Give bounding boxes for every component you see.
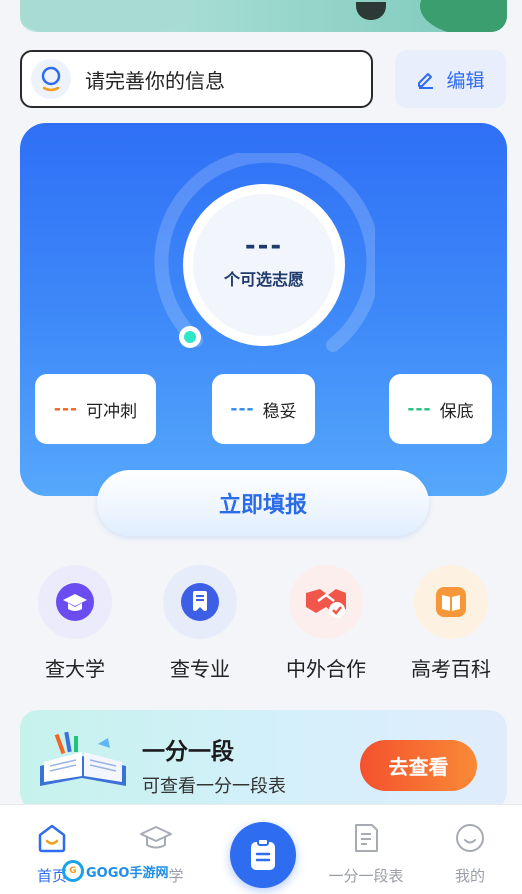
edit-profile-button[interactable]: 编辑 [395,50,506,108]
profile-prompt-text: 请完善你的信息 [85,68,225,93]
quick-entry-label: 高考百科 [411,657,491,681]
tab-score-table[interactable]: 一分一段表 [314,805,418,894]
ranking-subtitle: 可查看一分一段表 [142,776,286,797]
graduation-cap-icon [38,565,112,639]
ranking-title: 一分一段 [142,739,234,765]
quick-entry-encyclopedia[interactable]: 高考百科 [401,565,501,682]
document-icon [349,821,383,855]
smile-icon [453,821,487,855]
stat-guarantee-value: --- [407,399,432,419]
fill-now-button[interactable]: 立即填报 [97,470,429,536]
progress-knob [179,326,201,348]
stat-sprint-label: 可冲刺 [86,401,138,422]
home-icon [35,821,69,855]
quick-entry-university[interactable]: 查大学 [25,565,125,682]
stat-guarantee[interactable]: --- 保底 [389,374,492,444]
stat-sprint[interactable]: --- 可冲刺 [35,374,156,444]
quick-entry-cooperation[interactable]: 中外合作 [276,565,376,682]
pencil-icon [418,73,434,89]
tab-apply-center-button[interactable] [230,822,296,888]
graduation-cap-icon [139,821,173,855]
score-ranking-card[interactable]: 一分一段 可查看一分一段表 去查看 [20,710,507,810]
watermark-text: GOGO手游网 [86,865,169,881]
quick-entry-label: 中外合作 [286,657,366,681]
bookmark-icon [163,565,237,639]
stat-guarantee-label: 保底 [439,401,474,422]
available-count: --- [244,231,284,261]
stat-safe-value: --- [230,399,255,419]
profile-info-bar[interactable]: 请完善你的信息 [20,50,373,108]
tab-score-table-label: 一分一段表 [328,867,404,885]
handshake-icon [289,565,363,639]
stat-sprint-value: --- [53,399,79,419]
app-page: 请完善你的信息 编辑 --- 个可选志愿 --- 可冲刺 --- 稳妥 --- … [0,0,522,894]
stat-safe[interactable]: --- 稳妥 [212,374,315,444]
quick-entry-major[interactable]: 查专业 [150,565,250,682]
clipboard-icon [251,838,275,870]
tab-mine[interactable]: 我的 [418,805,522,894]
watermark-logo: G GOGO手游网 [62,860,168,882]
tab-mine-label: 我的 [454,867,485,885]
volunteer-summary-card: --- 个可选志愿 --- 可冲刺 --- 稳妥 --- 保底 [20,123,507,496]
book-icon [414,565,488,639]
open-book-icon [40,731,126,786]
available-count-label: 个可选志愿 [223,270,304,289]
stat-safe-label: 稳妥 [262,401,297,422]
quick-entry-label: 查专业 [170,657,230,681]
edit-label: 编辑 [446,69,485,92]
quick-entry-label: 查大学 [45,657,105,681]
tab-learn-label: 学 [168,867,184,885]
view-ranking-button[interactable]: 去查看 [360,740,477,791]
available-count-circle: --- 个可选志愿 [183,184,345,346]
top-banner-image[interactable] [20,0,507,32]
user-avatar-icon [31,59,71,99]
